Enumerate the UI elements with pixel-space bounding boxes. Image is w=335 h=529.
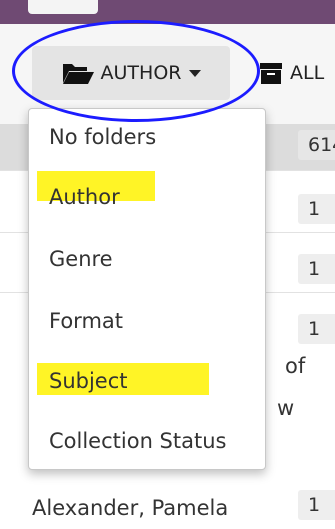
count-badge: 1	[298, 194, 335, 224]
partial-text: w	[277, 396, 295, 420]
menu-item-no-folders[interactable]: No folders	[49, 125, 156, 149]
menu-item-format[interactable]: Format	[49, 309, 123, 333]
all-button[interactable]: ALL	[260, 46, 335, 100]
menu-item-genre[interactable]: Genre	[49, 247, 113, 271]
count-badge: 1	[298, 490, 335, 520]
all-button-label: ALL	[290, 62, 325, 84]
group-by-author-button[interactable]: AUTHOR	[32, 46, 230, 100]
folder-open-icon	[62, 64, 94, 84]
chevron-down-icon	[189, 69, 202, 77]
author-button-label: AUTHOR	[100, 62, 182, 84]
group-by-dropdown-menu: No folders Author Genre Format Subject C…	[28, 108, 266, 470]
count-badge: 1	[298, 314, 335, 344]
menu-item-subject[interactable]: Subject	[49, 369, 128, 393]
partial-text: of	[285, 354, 306, 378]
header-tab[interactable]	[28, 0, 98, 14]
count-badge: 1	[298, 254, 335, 284]
menu-item-collection-status[interactable]: Collection Status	[49, 429, 226, 453]
archive-icon	[260, 63, 282, 84]
top-header-bar	[0, 0, 335, 24]
menu-item-author[interactable]: Author	[49, 185, 120, 209]
count-badge: 614	[298, 130, 335, 160]
author-name[interactable]: Alexander, Pamela	[32, 496, 228, 520]
